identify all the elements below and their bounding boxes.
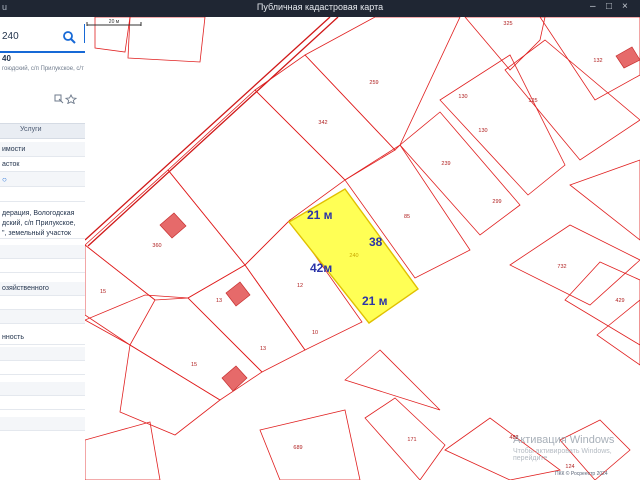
parcel xyxy=(364,397,446,480)
parcel xyxy=(399,111,521,236)
building xyxy=(159,212,187,239)
search-input[interactable]: 240 xyxy=(2,31,19,42)
dimension-top: 21 м xyxy=(307,208,333,222)
parcel-label: 10 xyxy=(312,330,318,336)
address-line: дский, с/п Прилукское, xyxy=(2,220,76,227)
parcel xyxy=(564,261,640,346)
locate-icon[interactable] xyxy=(54,94,64,104)
windows-watermark-line2: Чтобы активировать Windows, перейдите xyxy=(513,448,612,462)
parcel xyxy=(85,421,161,480)
address-line: дерация, Вологодская xyxy=(2,210,75,217)
minimize-icon[interactable]: – xyxy=(590,1,596,12)
info-row-empty xyxy=(0,347,85,361)
parcel xyxy=(509,224,640,306)
info-row: асток xyxy=(0,157,85,172)
parcel-label: 130 xyxy=(478,128,487,134)
panel-tabs: Услуги xyxy=(0,123,85,139)
tab-services[interactable]: Услуги xyxy=(20,126,42,133)
info-panel: 240 40 гоюдский, с/п Прилукское, с/т Усл… xyxy=(0,17,86,480)
window-title: Публичная кадастровая карта xyxy=(256,2,384,12)
map-attribution: ПКК © Росреестр 2024 xyxy=(555,471,608,477)
parcel-label: 15 xyxy=(191,362,197,368)
parcel xyxy=(119,344,221,436)
panel-actions xyxy=(54,91,84,109)
parcel xyxy=(304,17,461,151)
parcel-label: 325 xyxy=(503,21,512,27)
info-row-empty xyxy=(0,417,85,431)
parcel xyxy=(569,159,640,241)
parcel-label: 732 xyxy=(557,264,566,270)
info-row-empty xyxy=(0,259,85,273)
title-bar: u Публичная кадастровая карта – □ × xyxy=(0,0,640,17)
parcel-label: 171 xyxy=(407,437,416,443)
scale-bar: 20 м xyxy=(86,19,142,26)
parcel-label: 132 xyxy=(593,58,602,64)
parcel xyxy=(259,409,361,480)
object-title: 40 xyxy=(2,54,11,63)
info-row: нность xyxy=(0,331,85,345)
close-icon[interactable]: × xyxy=(622,1,628,12)
parcel xyxy=(344,349,441,411)
parcel-label: 85 xyxy=(404,214,410,220)
parcel-label: 429 xyxy=(615,298,624,304)
info-row-empty xyxy=(0,245,85,259)
info-row-empty xyxy=(0,382,85,396)
info-row-empty xyxy=(0,187,85,202)
selected-parcel-label: 240 xyxy=(349,253,358,259)
building-shapes xyxy=(159,46,640,392)
info-row: ○ xyxy=(0,172,85,187)
parcel xyxy=(85,169,246,301)
building xyxy=(221,365,248,392)
parcel-label: 124 xyxy=(565,464,574,470)
map-canvas[interactable]: 325 132 259 130 125 342 130 239 299 85 3… xyxy=(85,17,640,480)
windows-watermark-line1: Активация Windows xyxy=(513,434,615,446)
object-address: гоюдский, с/п Прилукское, с/т xyxy=(2,66,84,72)
info-row-empty xyxy=(0,296,85,310)
star-icon[interactable] xyxy=(64,93,78,105)
parcel-label: 13 xyxy=(260,346,266,352)
info-row-empty xyxy=(0,396,85,410)
info-row: озяйственного xyxy=(0,282,85,296)
info-icon[interactable]: ○ xyxy=(2,175,7,184)
info-row-empty xyxy=(0,361,85,375)
parcel-label: 15 xyxy=(100,289,106,295)
dimension-left: 42м xyxy=(310,261,332,275)
parcel-label: 12 xyxy=(297,283,303,289)
parcel-label: 13 xyxy=(216,298,222,304)
search-icon[interactable] xyxy=(62,30,76,44)
parcel-label: 342 xyxy=(318,120,327,126)
building xyxy=(225,281,251,307)
parcel-label: 239 xyxy=(441,161,450,167)
parcel xyxy=(439,54,566,196)
dimension-bottom: 21 м xyxy=(362,294,388,308)
info-row: имости xyxy=(0,142,85,157)
parcel-label: 259 xyxy=(369,80,378,86)
parcel-label: 360 xyxy=(152,243,161,249)
dimension-right: 38 xyxy=(369,235,383,249)
parcel-label: 689 xyxy=(293,445,302,451)
maximize-icon[interactable]: □ xyxy=(606,1,612,12)
address-line: ", земельный участок xyxy=(0,229,85,239)
search-box[interactable]: 240 xyxy=(0,24,85,53)
building xyxy=(615,46,640,69)
parcel-label: 125 xyxy=(528,98,537,104)
parcel-label: 130 xyxy=(458,94,467,100)
parcel-label: 299 xyxy=(492,199,501,205)
cadastral-map[interactable]: 325 132 259 130 125 342 130 239 299 85 3… xyxy=(85,17,640,480)
info-row-empty xyxy=(0,310,85,324)
scale-label: 20 м xyxy=(109,19,120,25)
